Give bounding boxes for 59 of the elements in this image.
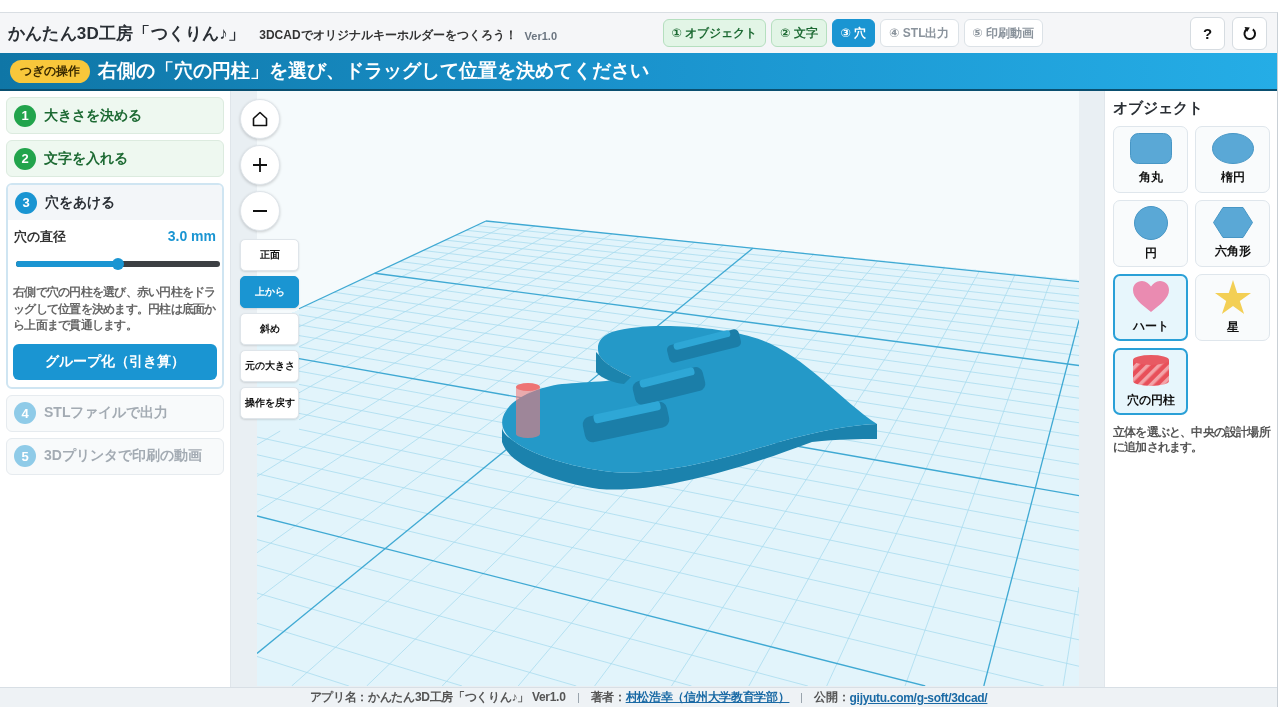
diameter-label: 穴の直径 <box>14 228 66 246</box>
reset-button[interactable] <box>1232 16 1267 50</box>
heart-model-drawing[interactable] <box>502 326 877 490</box>
author-link[interactable]: 村松浩幸（信州大学教育学部） <box>625 689 790 706</box>
site-label: 公開： <box>814 689 850 706</box>
zoom-in-button[interactable] <box>240 145 280 185</box>
slider-thumb[interactable] <box>112 258 124 270</box>
home-icon <box>252 111 268 127</box>
diameter-value: 3.0 mm <box>167 228 216 244</box>
minus-icon <box>253 210 267 212</box>
instruction-text: 右側の「穴の円柱」を選び、ドラッグして位置を決めてください <box>98 59 649 83</box>
object-card[interactable]: ハート <box>1113 274 1188 341</box>
step-tab[interactable]: ② 文字 <box>771 19 827 47</box>
next-step-badge: つぎの操作 <box>10 59 90 83</box>
home-view-button[interactable] <box>240 99 280 139</box>
heart-icon <box>1132 280 1169 313</box>
diameter-slider[interactable] <box>16 257 220 271</box>
object-card[interactable]: 六角形 <box>1195 200 1270 267</box>
app-subtitle: 3DCADでオリジナルキーホルダーをつくろう！ <box>259 26 517 44</box>
rounded-rectangle-icon <box>1129 133 1172 164</box>
objects-title: オブジェクト <box>1113 99 1204 118</box>
step-number: 3 <box>15 191 37 214</box>
object-card[interactable]: 角丸 <box>1113 126 1188 193</box>
striped-cylinder-icon <box>1132 354 1169 387</box>
app-credit: アプリ名：かんたん3D工房「つくりん♪」 Ver1.0 <box>309 689 566 706</box>
object-card[interactable]: 円 <box>1113 200 1188 267</box>
ellipse-icon <box>1211 133 1254 164</box>
step-label: 大きさを決める <box>44 106 142 125</box>
site-link[interactable]: gijyutu.com/g-soft/3dcad/ <box>849 690 988 705</box>
step-number: 2 <box>14 147 36 170</box>
view-button[interactable]: 斜め <box>240 313 299 345</box>
step-label: 文字を入れる <box>44 149 128 168</box>
hole-description: 右側で穴の円柱を選び、赤い円柱をドラッグして位置を決めます。円柱は底面から上面まで貫通します。 <box>13 284 217 334</box>
step-number: 5 <box>14 445 36 467</box>
star-icon <box>1214 279 1251 314</box>
app-title: かんたん3D工房「つくりん♪」 <box>8 22 246 45</box>
step-tab[interactable]: ① オブジェクト <box>662 19 767 47</box>
help-button[interactable]: ? <box>1190 16 1225 50</box>
step-card[interactable]: 3 穴をあける 穴の直径 3.0 mm 右側で穴の円柱を選び、赤い円柱をドラッグして位置を決めます。円柱は底面から上面まで貫通します。 グループ化（引き算） <box>6 183 224 389</box>
object-card[interactable]: 星 <box>1195 274 1270 341</box>
step-number: 4 <box>14 402 36 424</box>
author-label: 著者： <box>590 689 626 706</box>
object-card[interactable]: 楕円 <box>1195 126 1270 193</box>
hexagon-icon <box>1212 207 1253 238</box>
step-number: 1 <box>14 104 36 127</box>
object-card[interactable]: 穴の円柱 <box>1113 348 1188 415</box>
reset-icon <box>1242 25 1257 41</box>
step-label: 穴をあける <box>45 193 115 212</box>
step-label: STLファイルで出力 <box>44 404 169 422</box>
step-card[interactable]: 1 大きさを決める <box>6 97 224 134</box>
version-label: Ver1.0 <box>524 30 557 42</box>
circle-icon <box>1133 205 1168 240</box>
view-action-button[interactable]: 操作を戻す <box>240 387 299 419</box>
view-button[interactable]: 正面 <box>240 239 299 271</box>
view-action-button[interactable]: 元の大きさ <box>240 350 299 382</box>
step-label: 3Dプリンタで印刷の動画 <box>44 447 202 465</box>
step-card[interactable]: 2 文字を入れる <box>6 140 224 177</box>
objects-note: 立体を選ぶと、中央の設計場所に追加されます。 <box>1113 425 1272 455</box>
plus-icon <box>253 158 267 172</box>
